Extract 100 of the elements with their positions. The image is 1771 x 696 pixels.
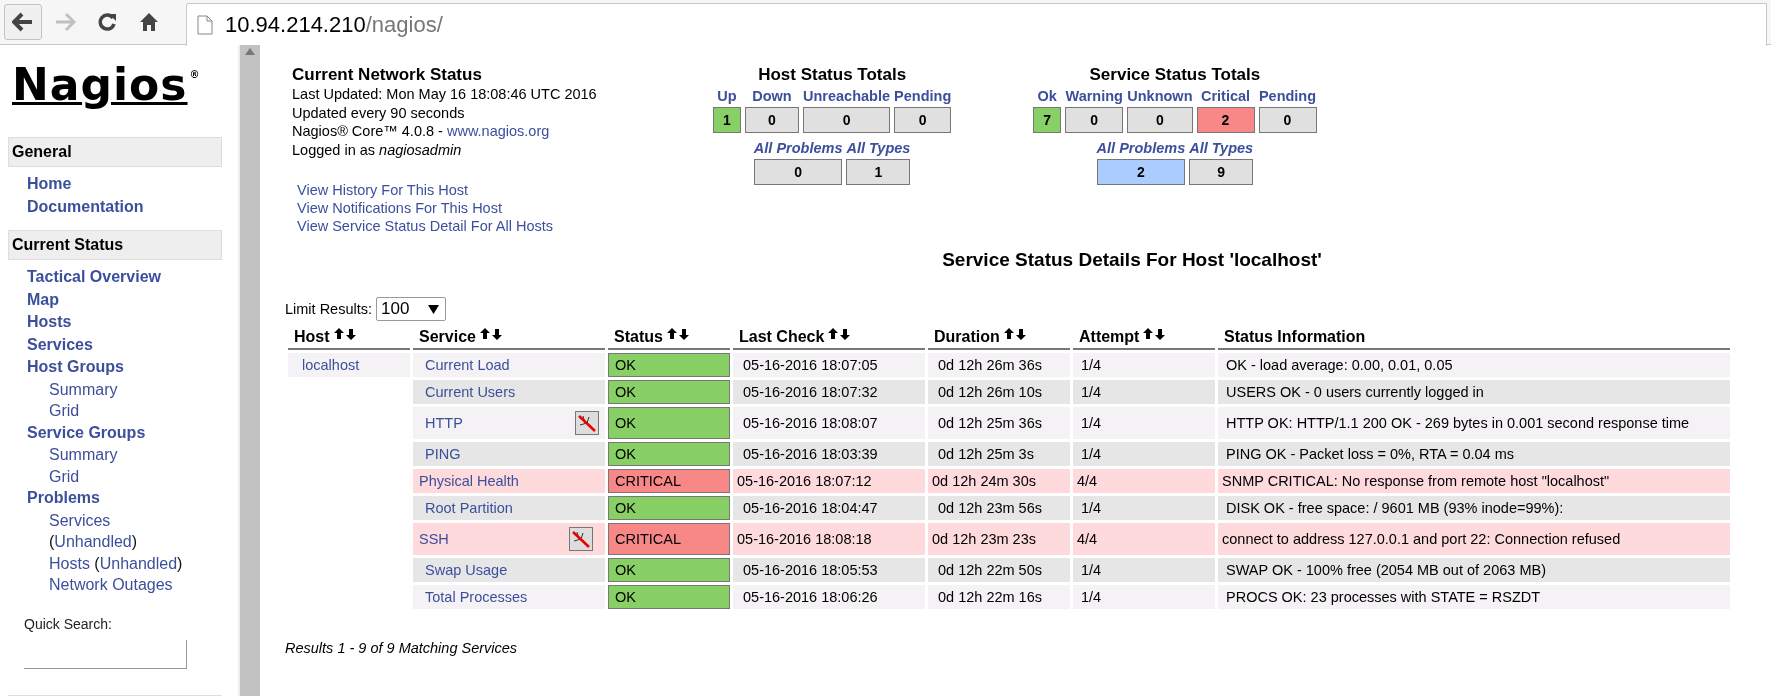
table-cell: HTTP OK: HTTP/1.1 200 OK - 269 bytes in 0.001 second response time bbox=[1218, 407, 1730, 439]
table-cell: 1/4 bbox=[1073, 496, 1215, 520]
count-box[interactable]: 0 bbox=[1065, 107, 1124, 133]
table-cell: 1/4 bbox=[1073, 353, 1215, 377]
table-cell: 05-16-2016 18:03:39 bbox=[733, 442, 925, 466]
scroll-up-icon[interactable] bbox=[245, 48, 255, 55]
table-cell: 05-16-2016 18:08:07 bbox=[733, 407, 925, 439]
sort-arrows-icon[interactable] bbox=[1003, 328, 1028, 341]
totals-label[interactable]: Down bbox=[744, 85, 800, 107]
sidebar-link[interactable]: Hosts bbox=[27, 311, 72, 334]
service-link[interactable]: PING bbox=[425, 446, 461, 462]
sidebar-link[interactable]: Host Groups bbox=[27, 356, 124, 379]
sort-arrows-icon[interactable] bbox=[1143, 328, 1168, 341]
table-cell: 4/4 bbox=[1073, 523, 1215, 555]
sidebar-link[interactable]: Service Groups bbox=[27, 421, 146, 444]
table-cell: 0d 12h 22m 50s bbox=[928, 558, 1070, 582]
view-link[interactable]: View Service Status Detail For All Hosts bbox=[297, 217, 553, 235]
notifications-disabled-icon bbox=[569, 527, 593, 551]
sort-arrows-icon[interactable] bbox=[666, 328, 691, 341]
limit-select[interactable]: 100 bbox=[376, 297, 447, 321]
column-header: Service bbox=[419, 328, 476, 346]
count-box[interactable]: 7 bbox=[1033, 107, 1062, 133]
status-cell: OK bbox=[608, 585, 730, 609]
address-bar[interactable]: 10.94.214.210/nagios/ bbox=[186, 2, 1767, 46]
totals-label[interactable]: Up bbox=[712, 85, 742, 107]
sidebar-link[interactable]: Services bbox=[27, 333, 93, 356]
page-icon bbox=[197, 14, 213, 35]
sidebar-link[interactable]: Home bbox=[27, 173, 72, 196]
table-cell: DISK OK - free space: / 9601 MB (93% inode=99%): bbox=[1218, 496, 1730, 520]
sort-arrows-icon[interactable] bbox=[828, 328, 853, 341]
totals-label[interactable]: Pending bbox=[1257, 85, 1318, 107]
totals-label[interactable]: Warning bbox=[1064, 85, 1125, 107]
notifications-disabled-icon bbox=[575, 411, 599, 435]
sidebar-link[interactable]: Summary bbox=[49, 446, 118, 463]
nagios-logo[interactable]: Nagios® bbox=[12, 59, 238, 117]
count-box[interactable]: 0 bbox=[745, 107, 799, 133]
count-box[interactable]: 2 bbox=[1196, 107, 1255, 133]
scrollbar[interactable] bbox=[238, 45, 260, 696]
count-box[interactable]: 9 bbox=[1189, 159, 1254, 185]
count-box[interactable]: 1 bbox=[846, 159, 911, 185]
totals-label[interactable]: Critical bbox=[1195, 85, 1256, 107]
sidebar-link[interactable]: Summary bbox=[49, 380, 118, 398]
table-cell: 0d 12h 22m 16s bbox=[928, 585, 1070, 609]
view-link[interactable]: View Notifications For This Host bbox=[297, 199, 502, 217]
sidebar-link[interactable]: Documentation bbox=[27, 195, 144, 218]
table-cell: 05-16-2016 18:05:53 bbox=[733, 558, 925, 582]
count-box[interactable]: 0 bbox=[753, 159, 843, 185]
totals-label[interactable]: All Types bbox=[845, 137, 912, 159]
sort-arrows-icon[interactable] bbox=[333, 328, 358, 341]
sidebar-link[interactable]: Problems bbox=[27, 487, 100, 510]
table-cell: 1/4 bbox=[1073, 442, 1215, 466]
table-cell: 4/4 bbox=[1073, 469, 1215, 493]
count-box[interactable]: 0 bbox=[1258, 107, 1317, 133]
table-cell: PROCS OK: 23 processes with STATE = RSZDT bbox=[1218, 585, 1730, 609]
sidebar-link[interactable]: Grid bbox=[49, 467, 80, 485]
totals-label[interactable]: Unreachable bbox=[802, 85, 892, 107]
back-arrow-icon[interactable] bbox=[12, 12, 34, 32]
table-cell: USERS OK - 0 users currently logged in bbox=[1218, 380, 1730, 404]
limit-label: Limit Results: bbox=[285, 301, 373, 317]
totals-title: Host Status Totals bbox=[758, 65, 907, 85]
count-box[interactable]: 0 bbox=[803, 107, 891, 133]
status-cell: OK bbox=[608, 380, 730, 404]
totals-label[interactable]: All Problems bbox=[1095, 137, 1187, 159]
totals-label[interactable]: Unknown bbox=[1126, 85, 1194, 107]
login-text: Logged in as nagiosadmin bbox=[292, 140, 463, 159]
table-cell: 0d 12h 23m 56s bbox=[928, 496, 1070, 520]
home-icon[interactable] bbox=[139, 12, 159, 32]
table-cell: SWAP OK - 100% free (2054 MB out of 2063 MB) bbox=[1218, 558, 1730, 582]
count-box[interactable]: 2 bbox=[1096, 159, 1186, 185]
sidebar-link[interactable]: Network Outages bbox=[49, 576, 173, 593]
totals-label[interactable]: All Types bbox=[1188, 137, 1255, 159]
sidebar-link[interactable]: Hosts bbox=[49, 554, 90, 572]
table-cell: 05-16-2016 18:04:47 bbox=[733, 496, 925, 520]
count-box[interactable]: 1 bbox=[713, 107, 741, 133]
sidebar-link[interactable]: Unhandled bbox=[54, 533, 132, 550]
sidebar-link[interactable]: Services bbox=[49, 509, 111, 531]
sidebar-link[interactable]: Grid bbox=[49, 402, 80, 419]
count-box[interactable]: 0 bbox=[894, 107, 952, 133]
totals-label[interactable]: All Problems bbox=[752, 137, 844, 159]
totals-label[interactable]: Pending bbox=[893, 85, 953, 107]
page-title: Service Status Details For Host 'localhost' bbox=[941, 249, 1323, 271]
results-text: Results 1 - 9 of 9 Matching Services bbox=[285, 640, 519, 656]
sidebar-link[interactable]: Map bbox=[27, 288, 59, 311]
parenthesis-text: ) bbox=[131, 533, 138, 550]
table-cell: 0d 12h 25m 3s bbox=[928, 442, 1070, 466]
sidebar-link[interactable]: Tactical Overview bbox=[27, 266, 161, 289]
count-box[interactable]: 0 bbox=[1127, 107, 1193, 133]
back-button[interactable] bbox=[4, 4, 42, 40]
website-link[interactable]: www.nagios.org bbox=[446, 123, 550, 139]
status-cell: OK bbox=[608, 407, 730, 439]
view-link[interactable]: View History For This Host bbox=[297, 181, 469, 199]
version-text: Nagios® Core™ 4.0.8 - www.nagios.org bbox=[292, 122, 551, 141]
totals-label[interactable]: Ok bbox=[1032, 85, 1063, 107]
table-cell: PING OK - Packet loss = 0%, RTA = 0.04 ms bbox=[1218, 442, 1730, 466]
sort-arrows-icon[interactable] bbox=[479, 328, 504, 341]
dropdown-icon bbox=[428, 304, 440, 314]
reload-icon[interactable] bbox=[97, 12, 117, 32]
sidebar-link[interactable]: Unhandled bbox=[99, 554, 178, 572]
table-cell: 0d 12h 23m 23s bbox=[928, 523, 1070, 555]
host-link[interactable]: localhost bbox=[288, 353, 410, 377]
